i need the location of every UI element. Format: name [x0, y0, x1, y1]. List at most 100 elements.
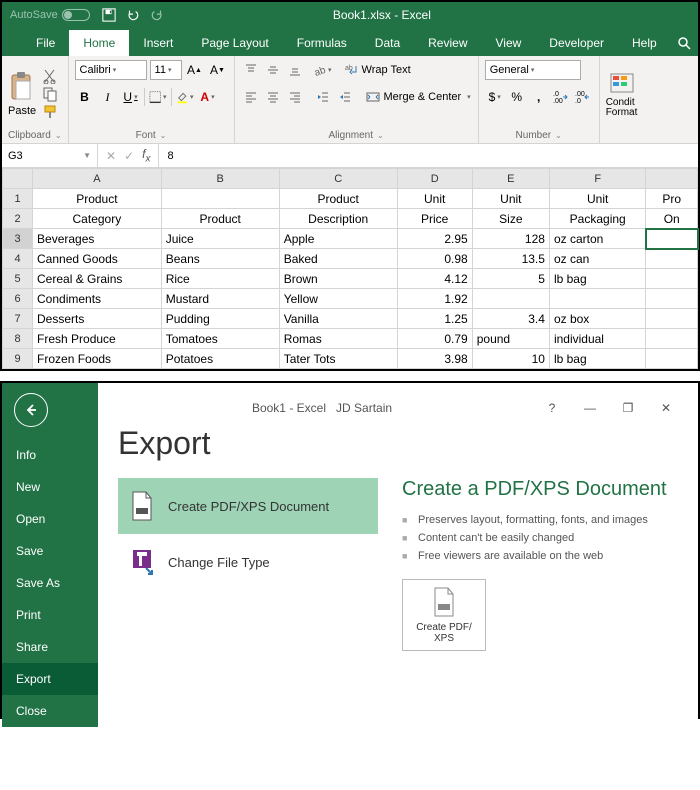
fill-color-button[interactable]: [175, 87, 195, 107]
font-color-button[interactable]: A: [198, 87, 218, 107]
help-button[interactable]: ?: [540, 401, 564, 415]
cell[interactable]: 128: [472, 229, 549, 249]
tab-review[interactable]: Review: [414, 30, 481, 56]
tab-help[interactable]: Help: [618, 30, 671, 56]
cell[interactable]: Potatoes: [161, 349, 279, 369]
row-header[interactable]: 4: [3, 249, 33, 269]
spreadsheet-grid[interactable]: ABCDEF1ProductProductUnitUnitUnitPro2Cat…: [2, 168, 698, 369]
cell[interactable]: [646, 269, 698, 289]
create-pdf-xps-button[interactable]: Create PDF/ XPS: [402, 579, 486, 651]
cell[interactable]: Product: [161, 209, 279, 229]
cell[interactable]: 10: [472, 349, 549, 369]
cell[interactable]: lb bag: [549, 269, 646, 289]
align-right-button[interactable]: [285, 87, 305, 107]
nav-item-share[interactable]: Share: [2, 631, 98, 663]
wrap-text-button[interactable]: abWrap Text: [343, 60, 412, 80]
currency-button[interactable]: $: [485, 87, 505, 107]
cell[interactable]: [646, 229, 698, 249]
cell[interactable]: Unit: [472, 189, 549, 209]
cell[interactable]: oz carton: [549, 229, 646, 249]
tab-insert[interactable]: Insert: [129, 30, 187, 56]
cell[interactable]: Tater Tots: [279, 349, 397, 369]
row-header[interactable]: 5: [3, 269, 33, 289]
cell[interactable]: Beans: [161, 249, 279, 269]
nav-item-save[interactable]: Save: [2, 535, 98, 567]
enter-formula-icon[interactable]: ✓: [124, 149, 134, 163]
cell[interactable]: Frozen Foods: [33, 349, 162, 369]
italic-button[interactable]: I: [98, 87, 118, 107]
number-format-select[interactable]: General: [485, 60, 581, 80]
increase-indent-button[interactable]: [335, 87, 355, 107]
percent-button[interactable]: %: [507, 87, 527, 107]
cell[interactable]: 1.92: [397, 289, 472, 309]
restore-button[interactable]: ❐: [616, 401, 640, 415]
cell[interactable]: 4.12: [397, 269, 472, 289]
back-button[interactable]: [14, 393, 48, 427]
tab-data[interactable]: Data: [361, 30, 414, 56]
column-header[interactable]: [646, 169, 698, 189]
nav-item-export[interactable]: Export: [2, 663, 98, 695]
formula-input[interactable]: 8: [159, 144, 698, 167]
bold-button[interactable]: B: [75, 87, 95, 107]
tab-formulas[interactable]: Formulas: [283, 30, 361, 56]
decrease-decimal-button[interactable]: .00.0: [573, 87, 593, 107]
column-header[interactable]: F: [549, 169, 646, 189]
cell[interactable]: 3.98: [397, 349, 472, 369]
cell[interactable]: 5: [472, 269, 549, 289]
cell[interactable]: Brown: [279, 269, 397, 289]
align-top-button[interactable]: [241, 60, 261, 80]
format-painter-button[interactable]: [42, 104, 60, 120]
cell[interactable]: Price: [397, 209, 472, 229]
export-option-change-file-type[interactable]: Change File Type: [118, 534, 378, 590]
cell[interactable]: Unit: [549, 189, 646, 209]
cell[interactable]: individual: [549, 329, 646, 349]
paste-button[interactable]: Paste: [8, 71, 36, 117]
underline-button[interactable]: U: [121, 87, 141, 107]
cell[interactable]: [472, 289, 549, 309]
row-header[interactable]: 6: [3, 289, 33, 309]
cell[interactable]: On: [646, 209, 698, 229]
cell[interactable]: Baked: [279, 249, 397, 269]
cell[interactable]: Unit: [397, 189, 472, 209]
align-bottom-button[interactable]: [285, 60, 305, 80]
cell[interactable]: Cereal & Grains: [33, 269, 162, 289]
row-header[interactable]: 2: [3, 209, 33, 229]
cell[interactable]: lb bag: [549, 349, 646, 369]
row-header[interactable]: 3: [3, 229, 33, 249]
nav-item-close[interactable]: Close: [2, 695, 98, 727]
cell[interactable]: [646, 329, 698, 349]
cell[interactable]: oz box: [549, 309, 646, 329]
column-header[interactable]: A: [33, 169, 162, 189]
column-header[interactable]: C: [279, 169, 397, 189]
cell[interactable]: 3.4: [472, 309, 549, 329]
cell[interactable]: Desserts: [33, 309, 162, 329]
cell[interactable]: Size: [472, 209, 549, 229]
nav-item-info[interactable]: Info: [2, 439, 98, 471]
cell[interactable]: Mustard: [161, 289, 279, 309]
export-option-create-pdf-xps-document[interactable]: Create PDF/XPS Document: [118, 478, 378, 534]
border-button[interactable]: [148, 87, 168, 107]
row-header[interactable]: 8: [3, 329, 33, 349]
cell[interactable]: Tomatoes: [161, 329, 279, 349]
cell[interactable]: [646, 309, 698, 329]
cell[interactable]: Beverages: [33, 229, 162, 249]
conditional-formatting-button[interactable]: Condit Format: [606, 70, 638, 118]
nav-item-new[interactable]: New: [2, 471, 98, 503]
merge-center-button[interactable]: Merge & Center: [365, 87, 472, 107]
cell[interactable]: Product: [33, 189, 162, 209]
tab-page-layout[interactable]: Page Layout: [187, 30, 282, 56]
column-header[interactable]: E: [472, 169, 549, 189]
autosave-toggle[interactable]: AutoSave: [10, 9, 90, 21]
increase-font-button[interactable]: A▲: [185, 60, 205, 80]
cell[interactable]: Pro: [646, 189, 698, 209]
cell[interactable]: [549, 289, 646, 309]
tab-developer[interactable]: Developer: [535, 30, 618, 56]
cell[interactable]: Yellow: [279, 289, 397, 309]
cell[interactable]: Juice: [161, 229, 279, 249]
cell[interactable]: Packaging: [549, 209, 646, 229]
cell[interactable]: [646, 289, 698, 309]
increase-decimal-button[interactable]: .0.00: [551, 87, 571, 107]
orientation-button[interactable]: ab: [313, 60, 333, 80]
column-header[interactable]: D: [397, 169, 472, 189]
cell[interactable]: Condiments: [33, 289, 162, 309]
